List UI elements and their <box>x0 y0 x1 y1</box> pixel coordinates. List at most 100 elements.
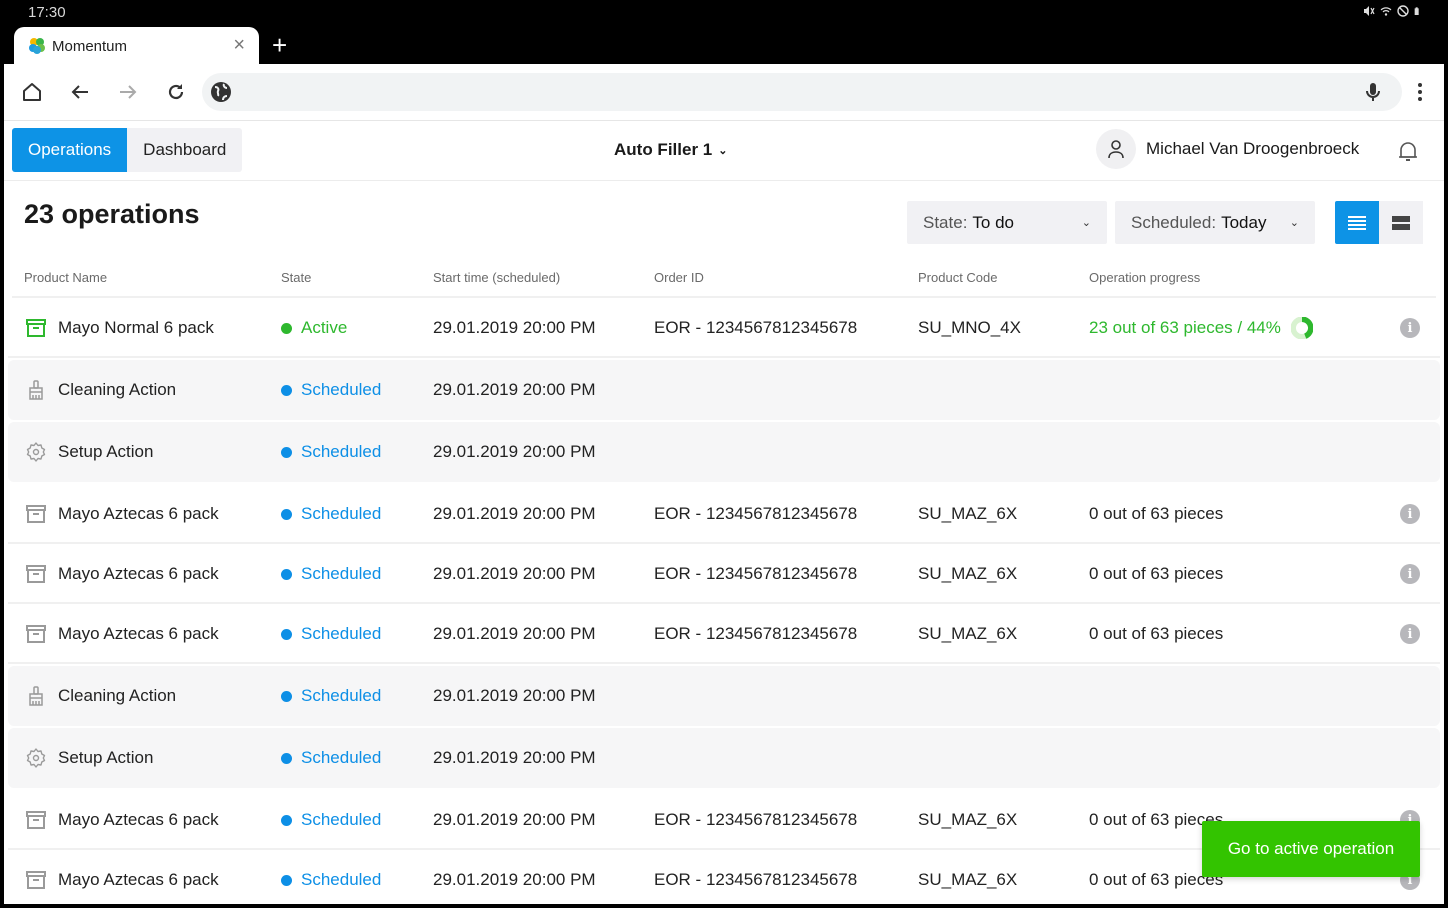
cleaning-icon <box>24 666 48 726</box>
state-badge: Scheduled <box>281 604 381 664</box>
back-button[interactable] <box>66 78 94 106</box>
scheduled-filter-value: Today <box>1221 212 1267 232</box>
product-code: SU_MAZ_6X <box>918 624 1018 643</box>
table-row[interactable]: Mayo Aztecas 6 pack Scheduled 29.01.2019… <box>8 484 1440 544</box>
home-icon <box>23 83 41 101</box>
machine-name: Auto Filler 1 <box>614 140 713 159</box>
product-name: Mayo Aztecas 6 pack <box>58 504 219 523</box>
system-icons <box>1363 5 1422 17</box>
chevron-down-icon: ⌄ <box>1081 217 1091 229</box>
column-header[interactable]: Start time (scheduled) <box>433 270 560 285</box>
new-tab-button[interactable]: + <box>272 31 287 59</box>
state-badge: Scheduled <box>281 790 381 850</box>
column-header[interactable]: Operation progress <box>1089 270 1200 285</box>
order-id: EOR - 1234567812345678 <box>654 624 858 643</box>
product-name: Mayo Normal 6 pack <box>58 318 214 337</box>
info-icon: i <box>1400 564 1420 584</box>
scheduled-filter[interactable]: Scheduled: Today ⌄ <box>1115 201 1315 244</box>
momentum-logo-icon <box>29 38 45 54</box>
box-icon <box>24 484 48 544</box>
state-label: Scheduled <box>301 442 382 461</box>
user-name: Michael Van Droogenbroeck <box>1146 139 1360 158</box>
tab-dashboard[interactable]: Dashboard <box>127 128 242 172</box>
reload-button[interactable] <box>162 78 190 106</box>
state-badge: Scheduled <box>281 728 381 788</box>
tab-operations[interactable]: Operations <box>12 128 128 172</box>
home-button[interactable] <box>18 78 46 106</box>
table-row[interactable]: Setup Action Scheduled 29.01.2019 20:00 … <box>8 728 1440 788</box>
chevron-down-icon: ⌄ <box>1289 217 1299 229</box>
start-time: 29.01.2019 20:00 PM <box>433 318 596 337</box>
browser-menu-button[interactable] <box>1412 78 1428 106</box>
box-icon <box>24 790 48 850</box>
table-row[interactable]: Mayo Aztecas 6 pack Scheduled 29.01.2019… <box>8 604 1440 664</box>
state-badge: Scheduled <box>281 850 381 904</box>
column-header[interactable]: Order ID <box>654 270 704 285</box>
notifications-bell-icon[interactable] <box>1396 139 1420 163</box>
list-view-button[interactable] <box>1335 201 1379 244</box>
url-input[interactable] <box>246 73 1346 111</box>
state-label: Scheduled <box>301 870 382 889</box>
device-screen: 17:30 Momentum × + Operations Dashboard … <box>0 0 1448 908</box>
state-label: Scheduled <box>301 748 382 767</box>
product-name: Mayo Aztecas 6 pack <box>58 870 219 889</box>
box-icon <box>24 604 48 664</box>
close-tab-icon[interactable]: × <box>233 34 245 57</box>
status-time: 17:30 <box>28 4 66 21</box>
start-time: 29.01.2019 20:00 PM <box>433 686 596 705</box>
info-button[interactable]: i <box>1400 298 1420 358</box>
state-dot <box>281 568 292 580</box>
column-header[interactable]: State <box>281 270 311 285</box>
state-dot <box>281 752 292 764</box>
user-menu[interactable]: Michael Van Droogenbroeck <box>1096 129 1359 169</box>
setup-gear-icon <box>24 422 48 482</box>
chevron-down-icon: ⌄ <box>718 144 728 157</box>
progress-text: 0 out of 63 pieces <box>1089 624 1224 643</box>
progress-text: 0 out of 63 pieces <box>1089 564 1224 583</box>
browser-toolbar <box>4 64 1444 120</box>
state-dot <box>281 322 292 334</box>
forward-button[interactable] <box>114 78 142 106</box>
product-name: Cleaning Action <box>58 686 177 705</box>
operation-progress: 0 out of 63 pieces <box>1089 544 1223 604</box>
browser-tab[interactable]: Momentum × <box>14 27 259 67</box>
product-name: Mayo Aztecas 6 pack <box>58 810 219 829</box>
tab-title: Momentum <box>52 38 128 55</box>
app-header: Operations Dashboard Auto Filler 1 ⌄ Mic… <box>4 121 1444 181</box>
state-label: Scheduled <box>301 686 382 705</box>
info-button[interactable]: i <box>1400 604 1420 664</box>
state-dot <box>281 814 292 826</box>
state-filter-value: To do <box>972 212 1015 232</box>
table-row[interactable]: Cleaning Action Scheduled 29.01.2019 20:… <box>8 666 1440 726</box>
back-arrow-icon <box>71 85 88 99</box>
order-id: EOR - 1234567812345678 <box>654 564 858 583</box>
column-header[interactable]: Product Code <box>918 270 998 285</box>
table-row[interactable]: Cleaning Action Scheduled 29.01.2019 20:… <box>8 360 1440 420</box>
progress-ring-fill <box>1301 317 1313 339</box>
start-time: 29.01.2019 20:00 PM <box>433 870 596 889</box>
column-header[interactable]: Product Name <box>24 270 107 285</box>
view-mode-toggle <box>1335 201 1423 244</box>
state-filter[interactable]: State: To do ⌄ <box>907 201 1107 244</box>
microphone-icon[interactable] <box>1362 81 1384 103</box>
state-label: Active <box>301 318 348 337</box>
state-label: Scheduled <box>301 624 382 643</box>
state-dot <box>281 446 292 458</box>
order-id: EOR - 1234567812345678 <box>654 318 858 337</box>
app-content: Operations Dashboard Auto Filler 1 ⌄ Mic… <box>4 120 1444 904</box>
table-row[interactable]: Setup Action Scheduled 29.01.2019 20:00 … <box>8 422 1440 482</box>
state-dot <box>281 874 292 886</box>
card-view-icon <box>1392 215 1410 230</box>
table-row[interactable]: Mayo Normal 6 pack Active 29.01.2019 20:… <box>8 298 1440 358</box>
start-time: 29.01.2019 20:00 PM <box>433 504 596 523</box>
status-bar: 17:30 <box>0 0 1448 26</box>
info-button[interactable]: i <box>1400 484 1420 544</box>
state-badge: Scheduled <box>281 422 381 482</box>
card-view-button[interactable] <box>1379 201 1423 244</box>
machine-selector[interactable]: Auto Filler 1 ⌄ <box>614 140 727 160</box>
info-button[interactable]: i <box>1400 544 1420 604</box>
address-bar[interactable] <box>202 73 1402 111</box>
go-to-active-operation-button[interactable]: Go to active operation <box>1202 821 1420 877</box>
battery-icon <box>1414 7 1419 15</box>
table-row[interactable]: Mayo Aztecas 6 pack Scheduled 29.01.2019… <box>8 544 1440 604</box>
